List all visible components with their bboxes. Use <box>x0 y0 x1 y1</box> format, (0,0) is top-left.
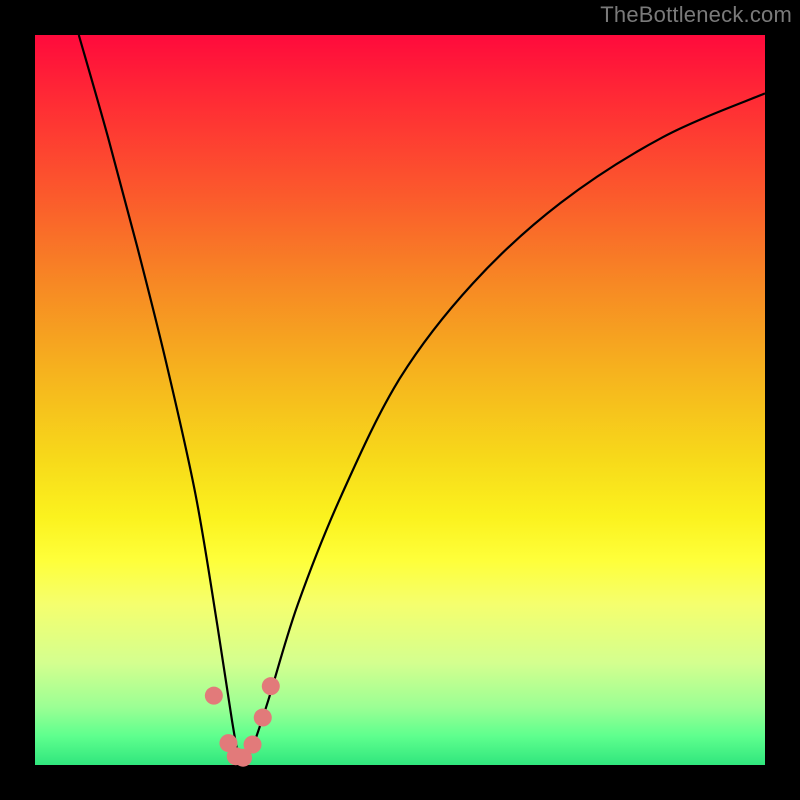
primary-curve <box>79 35 765 761</box>
highlight-dot <box>262 677 280 695</box>
chart-stage: TheBottleneck.com <box>0 0 800 800</box>
highlight-dot <box>254 709 272 727</box>
highlight-dot <box>244 736 262 754</box>
valley-cluster <box>205 677 280 767</box>
chart-svg <box>35 35 765 765</box>
plot-area <box>35 35 765 765</box>
attribution-label: TheBottleneck.com <box>600 2 792 28</box>
highlight-dot <box>205 687 223 705</box>
